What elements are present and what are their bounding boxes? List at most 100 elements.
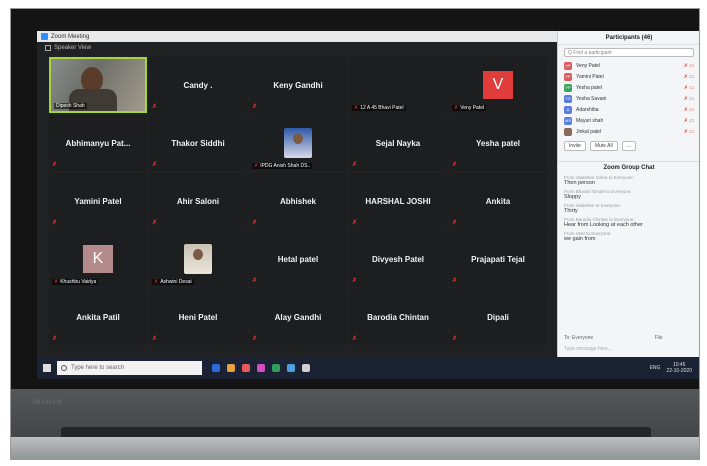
chat-message: From Bhavini Tandel to Everyone: Sloppy <box>564 189 694 200</box>
participant-row[interactable]: YP Yamini Patel ✗ ▭ <box>564 71 694 82</box>
participant-name: Khushbu Vaidya <box>60 279 97 285</box>
search-icon <box>61 365 67 371</box>
mic-muted-icon: ✗ ▭ <box>683 106 694 113</box>
mic-muted-icon: ✗ ▭ <box>683 95 694 102</box>
video-tile[interactable]: Abhimanyu Pat... ✗ <box>49 115 147 171</box>
tile-caption: ✗ Ashwini Desai <box>152 279 194 285</box>
avatar: V <box>483 71 513 99</box>
participant-name: Abhishek <box>279 196 316 206</box>
video-tile[interactable]: Prajapati Tejal ✗ <box>449 231 547 287</box>
window-titlebar[interactable]: Zoom Meeting <box>37 31 557 42</box>
clock[interactable]: 10:45 22-10-2020 <box>666 362 692 374</box>
invite-button[interactable]: Invite <box>564 141 586 151</box>
video-tile[interactable]: Divyesh Patel ✗ <box>349 231 447 287</box>
participant-row[interactable]: MS Mayuri shah ✗ ▭ <box>564 115 694 126</box>
windows-start-icon[interactable] <box>43 364 51 372</box>
taskbar-search-input[interactable]: Type here to search <box>57 361 202 375</box>
participant-name: Yesha Savani <box>576 95 607 102</box>
avatar: VP <box>564 61 572 70</box>
participant-row[interactable]: A Adarshiba ✗ ▭ <box>564 104 694 115</box>
chat-input[interactable]: Type message here... <box>564 346 695 352</box>
mic-muted-icon: ✗ <box>354 105 359 111</box>
taskbar-app-icon[interactable] <box>242 364 250 372</box>
language-indicator[interactable]: ENG <box>650 365 661 371</box>
participant-row[interactable]: Jinkal patel ✗ ▭ <box>564 126 694 137</box>
tile-caption: Dipesh Shah <box>54 103 87 109</box>
video-tile[interactable]: V ✗ Veny Patel <box>449 57 547 113</box>
taskbar-app-icon[interactable] <box>287 364 295 372</box>
chat-title: Zoom Group Chat <box>558 161 699 173</box>
video-tile[interactable]: ✗ 12 A 45 Bhavi Patel <box>349 57 447 113</box>
video-tile[interactable]: Thakor Siddhi ✗ <box>149 115 247 171</box>
participant-name: Mayuri shah <box>576 117 604 124</box>
window-title: Zoom Meeting <box>51 33 90 40</box>
video-tile[interactable]: Dipesh Shah <box>49 57 147 113</box>
participant-search-input[interactable]: Q Find a participant <box>564 48 694 57</box>
video-tile[interactable]: Yamini Patel ✗ <box>49 173 147 229</box>
video-tile[interactable]: ✗ Ashwini Desai <box>149 231 247 287</box>
video-tile[interactable]: Ankita ✗ <box>449 173 547 229</box>
file-button[interactable]: File <box>655 335 663 341</box>
video-tile[interactable]: Alay Gandhi ✗ <box>249 289 347 345</box>
participant-name: Yesha patel <box>475 138 521 148</box>
chat-text: Then person <box>564 180 595 186</box>
video-tile[interactable]: HARSHAL JOSHI ✗ <box>349 173 447 229</box>
participant-name: Veny Patel <box>576 62 600 69</box>
taskbar-app-icon[interactable] <box>227 364 235 372</box>
participant-name: 12 A 45 Bhavi Patel <box>360 105 404 111</box>
video-tile[interactable]: Ankita Patil ✗ <box>49 289 147 345</box>
laptop-keyboard <box>11 437 699 459</box>
avatar <box>564 127 572 136</box>
view-label: Speaker View <box>54 45 91 51</box>
windows-taskbar: Type here to search ENG 10:45 22-10-2020 <box>37 357 699 379</box>
participant-name: Divyesh Patel <box>371 254 425 264</box>
taskbar-app-icon[interactable] <box>302 364 310 372</box>
taskbar-app-icon[interactable] <box>272 364 280 372</box>
video-tile[interactable]: Hetal patel ✗ <box>249 231 347 287</box>
mic-muted-icon: ✗ <box>52 162 58 168</box>
video-tile[interactable]: Ahir Saloni ✗ <box>149 173 247 229</box>
screen: Zoom Meeting Speaker View Dipesh Shah Can… <box>37 31 699 379</box>
video-tile[interactable]: Sejal Nayka ✗ <box>349 115 447 171</box>
taskbar-app-icon[interactable] <box>212 364 220 372</box>
mic-muted-icon: ✗ <box>52 336 58 342</box>
participant-row[interactable]: YS Yesha Savani ✗ ▭ <box>564 93 694 104</box>
mic-muted-icon: ✗ <box>52 220 58 226</box>
participant-name: Jinkal patel <box>576 128 602 135</box>
participant-name: Adarshiba <box>576 106 599 113</box>
video-tile[interactable]: Yesha patel ✗ <box>449 115 547 171</box>
video-tile[interactable]: ✗ IPDG Anish Shah DS.. <box>249 115 347 171</box>
more-button[interactable]: ... <box>621 141 636 151</box>
tile-caption: ✗ Khushbu Vaidya <box>52 279 99 285</box>
participant-name: Yesha patel <box>576 84 602 91</box>
taskbar-app-icon[interactable] <box>257 364 265 372</box>
video-tile[interactable]: K ✗ Khushbu Vaidya <box>49 231 147 287</box>
participant-actions: Invite Mute All ... <box>558 137 699 155</box>
profile-photo <box>184 244 212 274</box>
mic-muted-icon: ✗ <box>254 163 259 169</box>
participant-name: Ankita Patil <box>76 312 120 322</box>
mic-muted-icon: ✗ <box>452 336 458 342</box>
participant-row[interactable]: VP Veny Patel ✗ ▭ <box>564 60 694 71</box>
video-tile[interactable]: Dipali ✗ <box>449 289 547 345</box>
mic-muted-icon: ✗ <box>454 105 459 111</box>
avatar: K <box>83 245 113 273</box>
view-toggle[interactable]: Speaker View <box>37 42 557 54</box>
video-tile[interactable]: Abhishek ✗ <box>249 173 347 229</box>
chat-message: From Vaidehee to Everyone: Thirty <box>564 203 694 214</box>
mic-muted-icon: ✗ ▭ <box>683 128 694 135</box>
participant-row[interactable]: YP Yesha patel ✗ ▭ <box>564 82 694 93</box>
video-tile[interactable]: Candy . ✗ <box>149 57 247 113</box>
video-tile[interactable]: Heni Patel ✗ <box>149 289 247 345</box>
video-tile[interactable]: Keny Gandhi ✗ <box>249 57 347 113</box>
chat-recipient-select[interactable]: To: Everyone File <box>564 335 663 341</box>
video-tile[interactable]: Barodia Chintan ✗ <box>349 289 447 345</box>
chat-message: From Veer to Everyone: we gain from <box>564 231 694 242</box>
avatar: YP <box>564 83 572 92</box>
mic-muted-icon: ✗ ▭ <box>683 117 694 124</box>
participant-name: Thakor Siddhi <box>171 138 225 148</box>
mic-muted-icon: ✗ <box>54 279 59 285</box>
mute-all-button[interactable]: Mute All <box>589 141 618 151</box>
photo-frame: Zoom Meeting Speaker View Dipesh Shah Can… <box>10 8 700 460</box>
participant-name: Dipali <box>487 312 509 322</box>
